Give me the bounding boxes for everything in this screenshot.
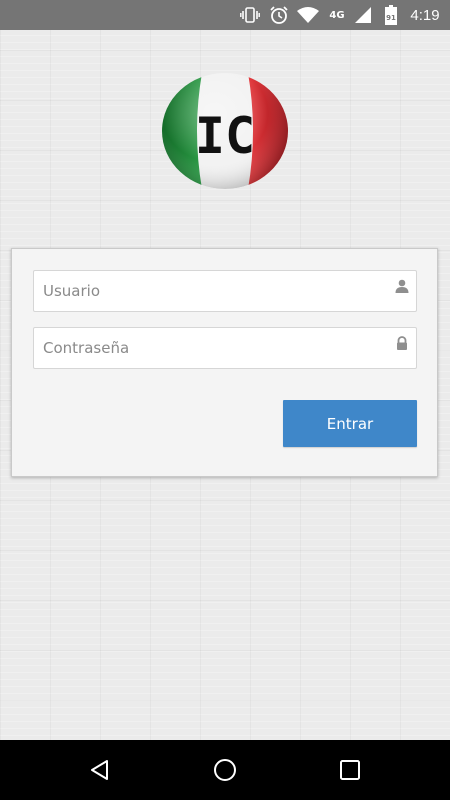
network-type: 4G	[329, 9, 345, 21]
recents-icon[interactable]	[335, 755, 365, 785]
navigation-bar	[0, 740, 450, 800]
username-field[interactable]	[33, 270, 417, 312]
lock-icon	[395, 335, 409, 350]
clock-time: 4:19	[410, 6, 440, 24]
logo-text: IC	[195, 107, 255, 165]
status-bar: 4G 91 4:19	[0, 0, 450, 30]
password-field[interactable]	[33, 327, 417, 369]
signal-icon	[352, 0, 374, 30]
login-form: Entrar	[11, 248, 438, 477]
alarm-icon	[267, 0, 291, 30]
password-input[interactable]	[34, 328, 416, 368]
vibrate-icon	[238, 0, 262, 30]
username-input[interactable]	[34, 271, 416, 311]
login-button[interactable]: Entrar	[283, 400, 417, 447]
back-icon[interactable]	[85, 755, 115, 785]
home-icon[interactable]	[210, 755, 240, 785]
battery-icon: 91	[383, 0, 399, 30]
battery-level: 91	[386, 14, 396, 22]
wifi-icon	[295, 0, 321, 30]
app-logo: IC	[162, 73, 288, 189]
user-icon	[395, 278, 409, 293]
